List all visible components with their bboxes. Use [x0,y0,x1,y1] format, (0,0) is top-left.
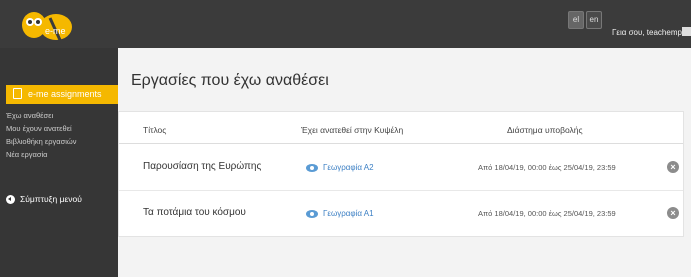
e-me-logo[interactable]: e-me [20,8,80,42]
collapse-menu-label: Σύμπτυξη μενού [20,194,82,204]
assignments-table: Τίτλος Έχει ανατεθεί στην Κυψέλη Διάστημ… [118,111,684,237]
row-period: Από 18/04/19, 00:00 έως 25/04/19, 23:59 [478,163,616,172]
collapse-arrow-icon [6,195,15,205]
language-en-button[interactable]: en [586,11,602,29]
row-title[interactable]: Παρουσίαση της Ευρώπης [143,161,261,172]
row-class-link[interactable]: Γεωγραφία Α2 [323,163,374,172]
sidebar-link-library[interactable]: Βιβλιοθήκη εργασιών [6,137,77,146]
page-title: Εργασίες που έχω αναθέσει [131,72,329,89]
clipboard-icon [13,88,22,99]
top-bar: e-me el en Γεια σου, teachemp [0,0,691,48]
sidebar-link-new-assignment[interactable]: Νέα εργασία [6,150,48,159]
eye-icon [306,164,318,172]
column-header-title: Τίτλος [143,125,167,135]
sidebar: e-me assignments Έχω αναθέσει Μου έχουν … [0,48,125,277]
sidebar-item-assignments[interactable]: e-me assignments [6,85,125,104]
sidebar-section-label: e-me assignments [28,89,102,99]
delete-icon[interactable]: × [667,207,679,219]
row-title[interactable]: Τα ποτάμια του κόσμου [143,207,246,218]
main-content: Εργασίες που έχω αναθέσει Τίτλος Έχει αν… [118,48,691,277]
sidebar-link-received[interactable]: Μου έχουν ανατεθεί [6,124,72,133]
column-header-period: Διάστημα υποβολής [507,125,583,135]
column-header-class: Έχει ανατεθεί στην Κυψέλη [301,125,404,135]
user-icon[interactable] [682,27,691,36]
row-divider [119,190,683,191]
header-divider [119,143,683,144]
eye-icon [306,210,318,218]
collapse-menu-button[interactable]: Σύμπτυξη μενού [6,194,82,205]
row-class-link[interactable]: Γεωγραφία Α1 [323,209,374,218]
language-el-button[interactable]: el [568,11,584,29]
row-period: Από 18/04/19, 00:00 έως 25/04/19, 23:59 [478,209,616,218]
delete-icon[interactable]: × [667,161,679,173]
user-greeting: Γεια σου, teachemp [612,28,682,37]
logo-text: e-me [45,26,66,36]
sidebar-link-assigned[interactable]: Έχω αναθέσει [6,111,53,120]
